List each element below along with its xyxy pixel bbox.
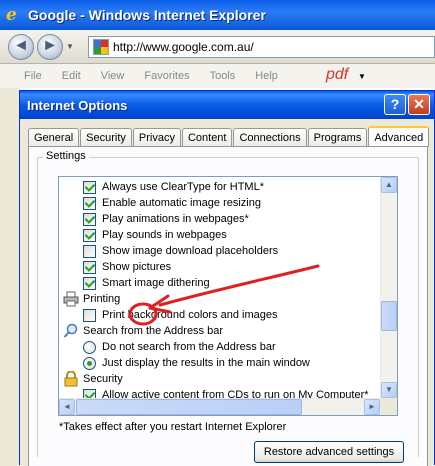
browser-menu-bar: File Edit View Favorites Tools Help: [0, 64, 435, 88]
settings-list[interactable]: Always use ClearType for HTML* Enable au…: [58, 176, 398, 416]
list-item-label: Show pictures: [102, 261, 172, 273]
list-item-label: Enable automatic image resizing: [102, 197, 261, 209]
list-item[interactable]: Enable automatic image resizing: [83, 195, 261, 211]
tab-advanced[interactable]: Advanced: [368, 126, 430, 147]
tab-content[interactable]: Content: [181, 128, 233, 146]
checkbox[interactable]: [83, 228, 96, 242]
list-item[interactable]: Show pictures: [83, 259, 171, 275]
magnifier-icon: [63, 323, 78, 338]
address-url: http://www.google.com.au/: [113, 40, 254, 54]
checkbox[interactable]: [83, 196, 96, 210]
lock-icon: [64, 371, 78, 387]
dialog-title: Internet Options: [27, 97, 128, 113]
list-item[interactable]: Do not search from the Address bar: [83, 339, 276, 355]
menu-tools[interactable]: Tools: [210, 70, 236, 82]
category-label: Printing: [83, 293, 121, 305]
checkbox[interactable]: [83, 212, 96, 226]
tab-security[interactable]: Security: [80, 128, 132, 146]
back-button[interactable]: ◄: [8, 34, 34, 60]
radio-button[interactable]: [83, 340, 96, 354]
restart-footnote: *Takes effect after you restart Internet…: [59, 421, 287, 433]
browser-sidebar-strip: [0, 88, 20, 465]
checkbox[interactable]: [83, 244, 96, 258]
tab-general[interactable]: General: [28, 128, 80, 146]
horizontal-scroll-thumb[interactable]: [76, 399, 302, 415]
scroll-right-button[interactable]: ►: [364, 399, 380, 415]
tab-programs[interactable]: Programs: [307, 128, 368, 146]
scroll-left-button[interactable]: ◄: [59, 399, 75, 415]
menu-file[interactable]: File: [24, 70, 42, 82]
horizontal-scrollbar[interactable]: ◄ ►: [59, 398, 380, 415]
scrollbar-corner: [380, 398, 397, 415]
list-item[interactable]: Play sounds in webpages: [83, 227, 227, 243]
tab-strip: General Security Privacy Content Connect…: [28, 126, 430, 147]
pdf-dropdown-icon[interactable]: ▼: [358, 72, 366, 81]
list-category: Search from the Address bar: [63, 323, 223, 339]
google-favicon-icon: [93, 39, 109, 55]
printer-icon: [63, 291, 79, 307]
list-category: Printing: [63, 291, 120, 307]
list-item-label: Do not search from the Address bar: [102, 341, 276, 353]
menu-favorites[interactable]: Favorites: [144, 70, 189, 82]
dialog-title-bar: Internet Options ? ✕: [20, 91, 434, 119]
restore-advanced-settings-button[interactable]: Restore advanced settings: [254, 441, 404, 463]
list-item-label: Print background colors and images: [102, 309, 278, 321]
vertical-scrollbar[interactable]: ▲ ▼: [380, 177, 397, 398]
list-item[interactable]: Always use ClearType for HTML*: [83, 179, 264, 195]
radio-button[interactable]: [83, 356, 96, 370]
browser-nav-bar: ◄ ► ▼ http://www.google.com.au/: [0, 30, 435, 64]
menu-help[interactable]: Help: [255, 70, 278, 82]
checkbox[interactable]: [83, 180, 96, 194]
list-item[interactable]: Play animations in webpages*: [83, 211, 249, 227]
list-item[interactable]: Print background colors and images: [83, 307, 277, 323]
scroll-down-button[interactable]: ▼: [381, 382, 397, 398]
history-dropdown-icon[interactable]: ▼: [66, 42, 74, 51]
address-bar[interactable]: http://www.google.com.au/: [88, 36, 435, 58]
list-item[interactable]: Just display the results in the main win…: [83, 355, 310, 371]
category-label: Search from the Address bar: [83, 325, 224, 337]
ie-logo-icon: e: [6, 5, 17, 25]
vertical-scroll-thumb[interactable]: [381, 301, 397, 331]
scroll-up-button[interactable]: ▲: [381, 177, 397, 193]
list-item[interactable]: Show image download placeholders: [83, 243, 278, 259]
menu-view[interactable]: View: [101, 70, 125, 82]
close-button[interactable]: ✕: [408, 94, 430, 115]
list-category: Security: [63, 371, 123, 387]
checkbox[interactable]: [83, 308, 96, 322]
settings-group-label: Settings: [43, 150, 89, 162]
checkbox[interactable]: [83, 260, 96, 274]
checkbox[interactable]: [83, 276, 96, 290]
browser-title-bar: e Google - Windows Internet Explorer: [0, 0, 435, 30]
list-item-label: Smart image dithering: [102, 277, 210, 289]
list-item-label: Just display the results in the main win…: [102, 357, 310, 369]
list-item-label: Play animations in webpages*: [102, 213, 249, 225]
menu-edit[interactable]: Edit: [62, 70, 81, 82]
help-button[interactable]: ?: [384, 94, 406, 115]
list-item-label: Show image download placeholders: [102, 245, 279, 257]
tab-connections[interactable]: Connections: [233, 128, 307, 146]
forward-button[interactable]: ►: [37, 34, 63, 60]
browser-title: Google - Windows Internet Explorer: [28, 7, 266, 23]
list-item-label: Play sounds in webpages: [102, 229, 227, 241]
tab-privacy[interactable]: Privacy: [132, 128, 181, 146]
list-item-label: Always use ClearType for HTML*: [102, 181, 264, 193]
pdf-toolbar-button[interactable]: pdf: [326, 66, 348, 84]
category-label: Security: [83, 373, 123, 385]
list-item[interactable]: Smart image dithering: [83, 275, 210, 291]
